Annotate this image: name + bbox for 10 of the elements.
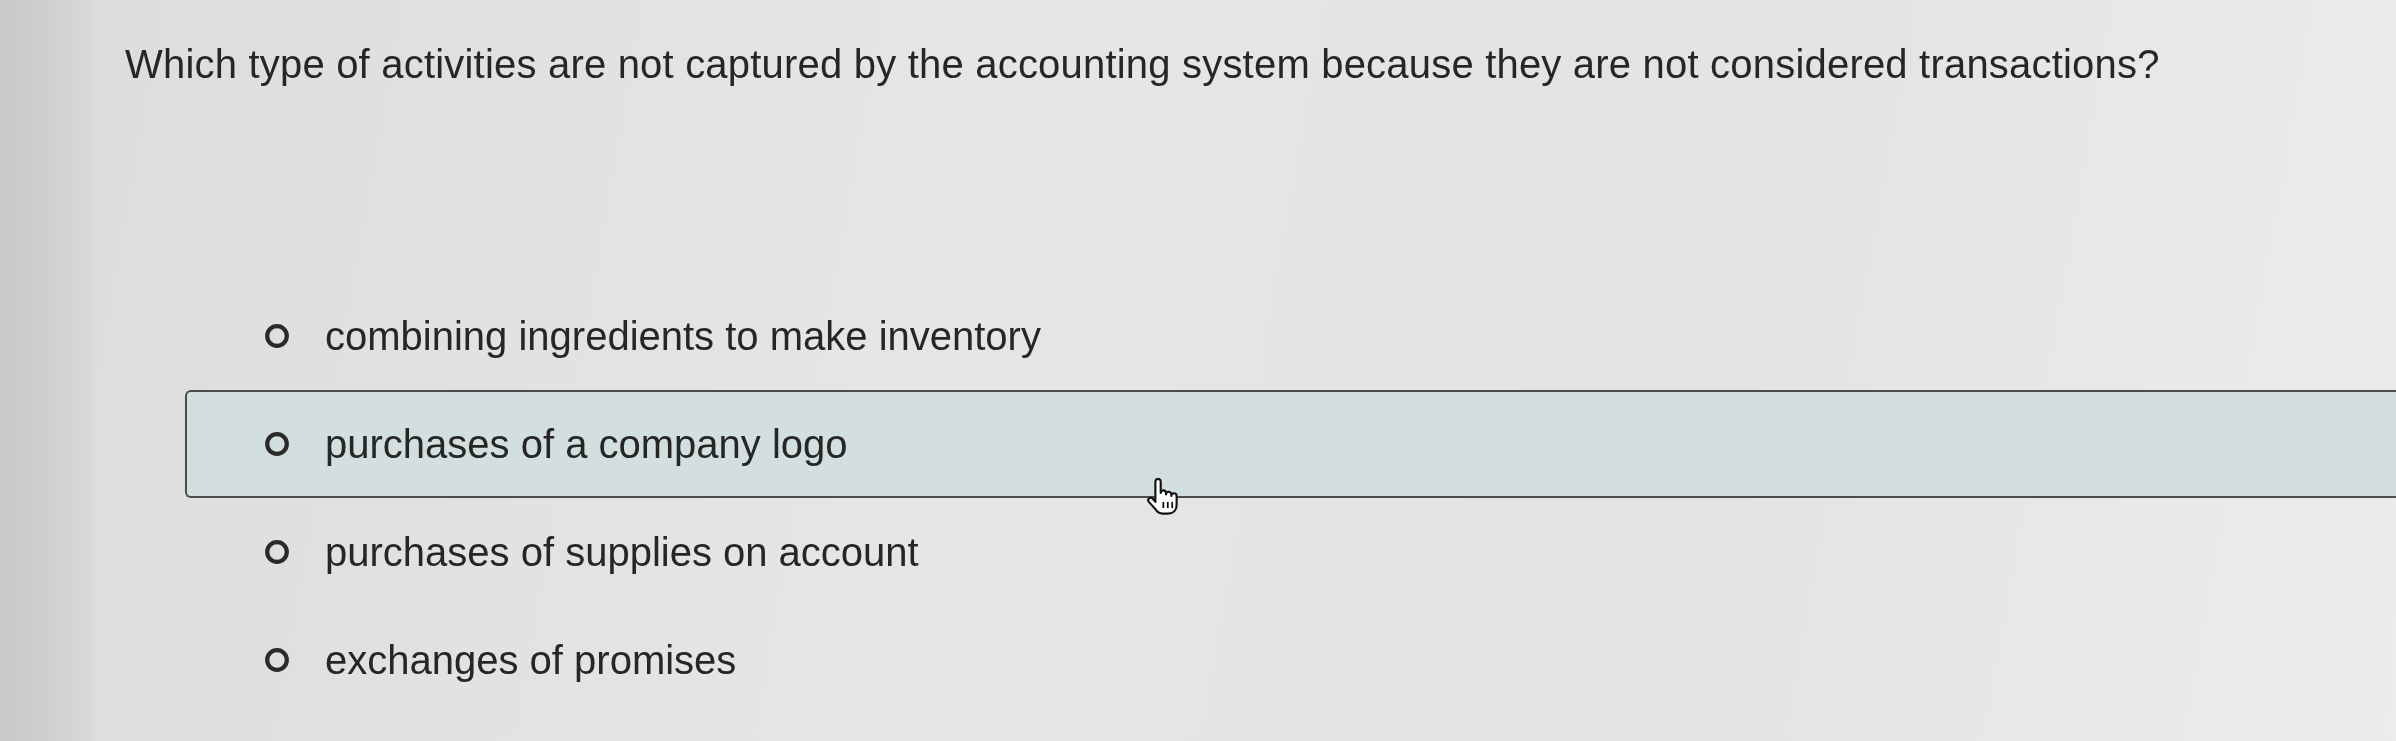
- radio-icon[interactable]: [265, 432, 289, 456]
- answer-option[interactable]: purchases of supplies on account: [265, 528, 919, 576]
- radio-icon[interactable]: [265, 324, 289, 348]
- hand-pointer-icon: [1147, 478, 1179, 518]
- radio-icon[interactable]: [265, 648, 289, 672]
- question-text: Which type of activities are not captured by the accounting system because they are not considered transactions?: [125, 41, 2161, 88]
- radio-icon[interactable]: [265, 540, 289, 564]
- answer-option[interactable]: combining ingredients to make inventory: [265, 312, 1041, 360]
- answer-option[interactable]: purchases of a company logo: [265, 420, 848, 468]
- answer-option[interactable]: exchanges of promises: [265, 636, 737, 684]
